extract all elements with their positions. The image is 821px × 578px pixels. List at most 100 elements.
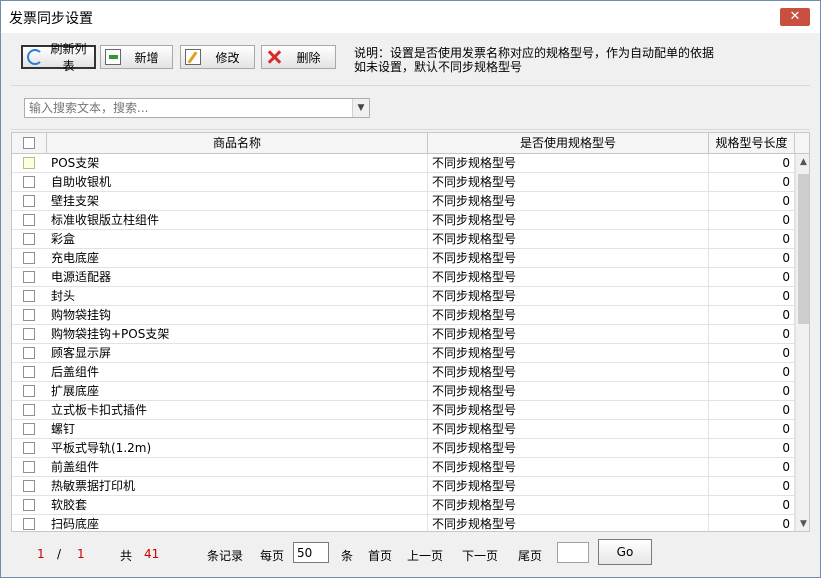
next-page-link[interactable]: 下一页 — [462, 547, 498, 564]
search-input[interactable] — [25, 99, 352, 117]
row-checkbox[interactable] — [23, 271, 35, 283]
table-row[interactable]: 购物袋挂钩 不同步规格型号 0 — [12, 306, 795, 325]
table-row[interactable]: 后盖组件 不同步规格型号 0 — [12, 363, 795, 382]
table-row[interactable]: 充电底座 不同步规格型号 0 — [12, 249, 795, 268]
cell-use-spec: 不同步规格型号 — [428, 325, 709, 344]
table-row[interactable]: 螺钉 不同步规格型号 0 — [12, 420, 795, 439]
table-row[interactable]: 购物袋挂钩+POS支架 不同步规格型号 0 — [12, 325, 795, 344]
cell-spec-length: 0 — [709, 173, 795, 192]
page-size-input[interactable] — [293, 542, 329, 563]
table-row[interactable]: 平板式导轨(1.2m) 不同步规格型号 0 — [12, 439, 795, 458]
edit-label: 修改 — [215, 50, 240, 65]
row-checkbox[interactable] — [23, 214, 35, 226]
table-row[interactable]: 热敏票据打印机 不同步规格型号 0 — [12, 477, 795, 496]
table-row[interactable]: 电源适配器 不同步规格型号 0 — [12, 268, 795, 287]
delete-button[interactable]: 删除 — [261, 45, 336, 69]
jump-page-input[interactable] — [557, 542, 589, 563]
row-checkbox[interactable] — [23, 290, 35, 302]
last-page-link[interactable]: 尾页 — [518, 547, 542, 564]
cell-use-spec: 不同步规格型号 — [428, 458, 709, 477]
cell-product-name: 扫码底座 — [47, 515, 428, 531]
row-checkbox[interactable] — [23, 309, 35, 321]
add-button[interactable]: 新增 — [100, 45, 173, 69]
table-row[interactable]: 封头 不同步规格型号 0 — [12, 287, 795, 306]
note-line-1: 说明：设置是否使用发票名称对应的规格型号，作为自动配单的依据 — [354, 46, 715, 60]
row-checkbox[interactable] — [23, 176, 35, 188]
go-button[interactable]: Go — [598, 539, 652, 565]
cell-use-spec: 不同步规格型号 — [428, 306, 709, 325]
header-use-spec[interactable]: 是否使用规格型号 — [428, 133, 709, 153]
cell-use-spec: 不同步规格型号 — [428, 477, 709, 496]
row-checkbox[interactable] — [23, 195, 35, 207]
prev-page-link[interactable]: 上一页 — [407, 547, 443, 564]
header-spec-length[interactable]: 规格型号长度 — [709, 133, 795, 153]
table-row[interactable]: 彩盒 不同步规格型号 0 — [12, 230, 795, 249]
invoice-sync-settings-window: 发票同步设置 ✕ 刷新列表 新增 修改 删除 说明：设置是否使用发票名称对应的规… — [0, 0, 821, 578]
cell-product-name: 充电底座 — [47, 249, 428, 268]
row-checkbox[interactable] — [23, 499, 35, 511]
table-row[interactable]: 顾客显示屏 不同步规格型号 0 — [12, 344, 795, 363]
cell-product-name: 自助收银机 — [47, 173, 428, 192]
table-row[interactable]: 软胶套 不同步规格型号 0 — [12, 496, 795, 515]
search-combobox[interactable]: ▼ — [24, 98, 370, 118]
header-product-name[interactable]: 商品名称 — [47, 133, 428, 153]
row-checkbox[interactable] — [23, 157, 35, 169]
row-checkbox[interactable] — [23, 461, 35, 473]
table-row[interactable]: 扩展底座 不同步规格型号 0 — [12, 382, 795, 401]
header-select-all-cell — [12, 133, 47, 153]
row-checkbox[interactable] — [23, 423, 35, 435]
close-icon: ✕ — [789, 9, 801, 24]
vertical-scrollbar[interactable]: ▲ ▼ — [795, 154, 809, 531]
per-page-label: 每页 — [260, 549, 285, 563]
cell-product-name: POS支架 — [47, 154, 428, 173]
scroll-down-icon[interactable]: ▼ — [796, 516, 809, 531]
table-row[interactable]: 标准收银版立柱组件 不同步规格型号 0 — [12, 211, 795, 230]
row-checkbox[interactable] — [23, 328, 35, 340]
refresh-list-button[interactable]: 刷新列表 — [21, 42, 96, 73]
add-label: 新增 — [134, 50, 159, 65]
cell-use-spec: 不同步规格型号 — [428, 363, 709, 382]
table-row[interactable]: 壁挂支架 不同步规格型号 0 — [12, 192, 795, 211]
edit-button[interactable]: 修改 — [180, 45, 255, 69]
chevron-down-icon[interactable]: ▼ — [352, 99, 369, 117]
search-panel: ▼ — [11, 85, 810, 130]
cell-spec-length: 0 — [709, 496, 795, 515]
cell-spec-length: 0 — [709, 325, 795, 344]
total-records: 41 — [144, 547, 160, 561]
cell-product-name: 热敏票据打印机 — [47, 477, 428, 496]
cell-spec-length: 0 — [709, 344, 795, 363]
row-checkbox[interactable] — [23, 347, 35, 359]
cell-product-name: 顾客显示屏 — [47, 344, 428, 363]
total-prefix: 共 — [120, 549, 133, 563]
first-page-link[interactable]: 首页 — [368, 547, 392, 564]
cell-use-spec: 不同步规格型号 — [428, 401, 709, 420]
row-checkbox[interactable] — [23, 442, 35, 454]
row-checkbox[interactable] — [23, 480, 35, 492]
cell-product-name: 电源适配器 — [47, 268, 428, 287]
cell-use-spec: 不同步规格型号 — [428, 344, 709, 363]
cell-spec-length: 0 — [709, 192, 795, 211]
table-row[interactable]: 立式板卡扣式插件 不同步规格型号 0 — [12, 401, 795, 420]
table-row[interactable]: 扫码底座 不同步规格型号 0 — [12, 515, 795, 531]
table-row[interactable]: POS支架 不同步规格型号 0 — [12, 154, 795, 173]
row-checkbox[interactable] — [23, 385, 35, 397]
row-checkbox[interactable] — [23, 404, 35, 416]
cell-use-spec: 不同步规格型号 — [428, 211, 709, 230]
scroll-up-icon[interactable]: ▲ — [796, 154, 809, 170]
row-checkbox[interactable] — [23, 252, 35, 264]
cell-use-spec: 不同步规格型号 — [428, 154, 709, 173]
select-all-checkbox[interactable] — [23, 137, 35, 149]
row-checkbox[interactable] — [23, 233, 35, 245]
cell-product-name: 后盖组件 — [47, 363, 428, 382]
table-row[interactable]: 自助收银机 不同步规格型号 0 — [12, 173, 795, 192]
scroll-thumb[interactable] — [798, 174, 809, 324]
row-checkbox[interactable] — [23, 366, 35, 378]
cell-spec-length: 0 — [709, 458, 795, 477]
cell-use-spec: 不同步规格型号 — [428, 496, 709, 515]
cell-spec-length: 0 — [709, 477, 795, 496]
row-checkbox[interactable] — [23, 518, 35, 530]
table-row[interactable]: 前盖组件 不同步规格型号 0 — [12, 458, 795, 477]
page-separator: / — [57, 547, 62, 561]
close-button[interactable]: ✕ — [780, 8, 810, 26]
cell-spec-length: 0 — [709, 211, 795, 230]
